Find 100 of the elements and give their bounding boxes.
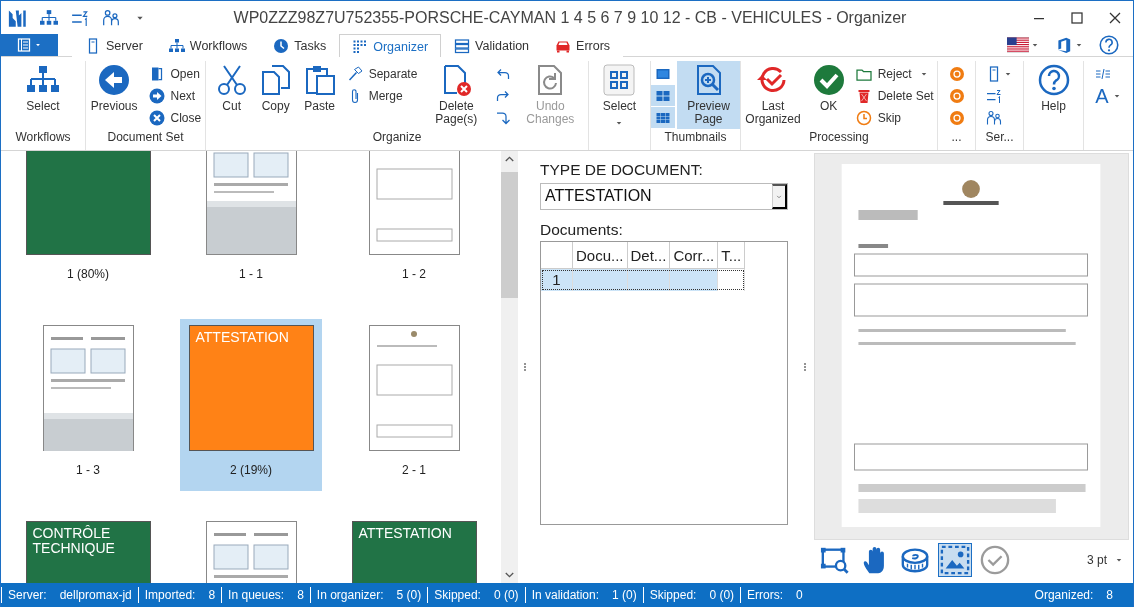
status-value: 8 [208, 587, 216, 603]
ribbon-button[interactable]: Close [144, 107, 206, 128]
ribbon-button[interactable]: Delete Page(s) [423, 61, 490, 129]
workflow-icon [168, 38, 185, 54]
axe-icon [346, 65, 363, 82]
status-value: 1 (0) [612, 587, 637, 603]
font-button[interactable]: A [1091, 85, 1127, 106]
ribbon-button[interactable]: Select [21, 61, 65, 125]
group-label: Processing [809, 130, 869, 144]
scissors-icon [215, 64, 248, 96]
clock-icon [273, 38, 290, 54]
column-header[interactable]: Docu... [572, 242, 628, 269]
line-width-dropdown[interactable]: 3 pt [1081, 552, 1129, 568]
ribbon-button[interactable]: Delete Set [851, 85, 938, 106]
ribbon-button[interactable]: Paste [298, 61, 341, 125]
thumbnail-caption: 1 - 1 [239, 267, 263, 281]
thumbnail-item[interactable]: 1 - 1 [180, 151, 322, 295]
grid-icon [603, 64, 636, 96]
status-value: 8 [1106, 587, 1113, 603]
thumbnail-caption: 1 - 3 [76, 463, 100, 477]
status-value: 8 [297, 587, 304, 603]
scrollbar-thumb[interactable] [501, 172, 518, 298]
ribbon-button[interactable]: Last Organized [740, 61, 806, 129]
status-value: dellpromax-jd [59, 587, 132, 603]
check-icon [812, 64, 845, 96]
thumbnail-caption: 2 - 1 [402, 463, 426, 477]
status-label: In validation: [531, 587, 599, 603]
status-label: Errors: [747, 587, 784, 603]
flag-icon [1007, 34, 1029, 56]
ribbon-button[interactable]: Merge [342, 85, 422, 106]
thumbnail-item[interactable]: ATTESTATION 2 (19%) [180, 319, 322, 491]
ribbon-button[interactable]: Preview Page [677, 61, 740, 129]
users-icon [985, 109, 1002, 126]
ribbon-button[interactable]: Reject [851, 63, 938, 84]
group-label: ... [951, 130, 962, 144]
field-label: Documents: [540, 221, 624, 239]
list-icon [454, 38, 471, 54]
status-value: 0 (0) [709, 587, 735, 603]
thumbnail-caption: 1 - 2 [402, 267, 426, 281]
menu-icon [16, 37, 32, 53]
column-header[interactable]: Corr... [669, 242, 718, 269]
ribbon-button[interactable]: Copy [254, 61, 297, 125]
thumbnail-caption: 2 (19%) [230, 463, 272, 477]
check-circle-icon [980, 545, 1010, 575]
ribbon-button[interactable]: Help [1032, 61, 1075, 125]
numbered-list-icon [985, 87, 1002, 104]
help-icon [1037, 64, 1070, 96]
icon-button[interactable] [651, 107, 675, 128]
group-label: Workflows [15, 130, 71, 144]
target-icon [948, 87, 965, 104]
status-label: Imported: [144, 587, 196, 603]
target-icon [948, 65, 965, 82]
grid-icon [352, 38, 369, 55]
target-icon [948, 109, 965, 126]
workflow-icon[interactable] [40, 8, 58, 27]
thumbnail-item[interactable]: 1 (80%) [17, 151, 159, 295]
ribbon-button[interactable]: Separate [342, 63, 422, 84]
document-type-dropdown[interactable]: ATTESTATION [540, 183, 788, 210]
down-arrow-icon [495, 109, 512, 126]
group-label: Ser... [985, 130, 1014, 144]
status-value: 0 (0) [493, 587, 519, 603]
column-header[interactable]: T... [717, 242, 745, 269]
ribbon-button[interactable]: Skip [851, 107, 938, 128]
group-label: Thumbnails [664, 130, 727, 144]
ribbon-button[interactable]: Select [597, 61, 642, 132]
status-label: Skipped: [434, 587, 481, 603]
zoom-area-icon [820, 545, 850, 575]
ribbon-button[interactable]: Next [144, 85, 206, 106]
copy-icon [259, 64, 292, 96]
ribbon-button[interactable]: Previous [85, 61, 143, 125]
users-icon[interactable] [102, 8, 120, 27]
ribbon-button[interactable]: OK [807, 61, 850, 125]
thumbnail-item[interactable]: ATTESTATION [343, 515, 485, 583]
status-label: Skipped: [649, 587, 697, 603]
scrollbar[interactable] [501, 151, 518, 583]
column-header[interactable]: Det... [627, 242, 670, 269]
status-label: Server: [8, 587, 47, 603]
thumbnail-caption: 1 (80%) [67, 267, 109, 281]
ribbon-button[interactable]: Cut [210, 61, 253, 125]
status-value: 5 (0) [396, 587, 422, 603]
tool-button[interactable] [938, 543, 972, 577]
numbered-list-icon[interactable] [71, 8, 89, 27]
thumbnail-item[interactable]: 2 - 1 [343, 319, 485, 491]
help-icon[interactable] [1099, 35, 1119, 55]
clipboard-icon [303, 64, 336, 96]
icon-button[interactable] [651, 85, 675, 106]
thumbnail-item[interactable]: 1 - 2 [343, 151, 485, 295]
sheet-label: ATTESTATION [195, 329, 289, 345]
office-icon [1055, 36, 1073, 54]
group-label: Document Set [107, 130, 184, 144]
close-icon [148, 109, 165, 126]
tab[interactable]: Organizer [339, 34, 442, 58]
thumbnail-item[interactable]: CONTRÔLE TECHNIQUE [17, 515, 159, 583]
image-select-icon [940, 545, 970, 575]
status-value: 0 [796, 587, 803, 603]
ribbon-button[interactable]: Open [144, 63, 206, 84]
thumbnail-item[interactable]: 1 - 3 [17, 319, 159, 491]
file-menu-button[interactable] [1, 34, 58, 56]
status-label: Organized: [1034, 587, 1094, 603]
status-label: In queues: [228, 587, 285, 603]
